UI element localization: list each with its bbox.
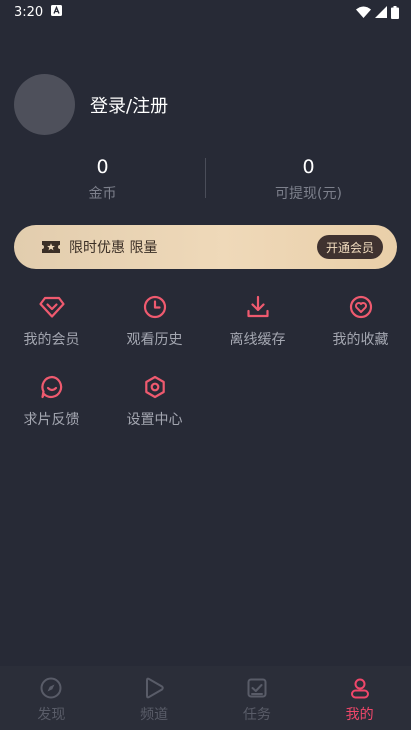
menu-item-settings[interactable]: 设置中心 <box>103 373 206 429</box>
heart-icon <box>347 293 375 321</box>
task-icon <box>245 676 269 700</box>
nav-label: 任务 <box>242 707 271 723</box>
avatar[interactable] <box>14 74 75 135</box>
menu-grid: 我的会员 观看历史 离线缓存 我的收藏 求片反馈 设置中心 <box>0 293 411 429</box>
menu-label: 离线缓存 <box>229 332 286 348</box>
vip-promo-banner[interactable]: 限时优惠 限量 开通会员 <box>14 225 397 269</box>
stats-row: 0 金币 0 可提现(元) <box>0 150 411 206</box>
nav-item-mine[interactable]: 我的 <box>308 676 411 724</box>
menu-item-watch-history[interactable]: 观看历史 <box>103 293 206 349</box>
status-right <box>356 5 399 19</box>
menu-label: 观看历史 <box>126 332 183 348</box>
profile-header[interactable]: 登录/注册 <box>14 74 168 135</box>
stat-coins-value: 0 <box>96 155 109 178</box>
status-bar: 3:20 <box>0 0 411 24</box>
menu-item-offline-cache[interactable]: 离线缓存 <box>206 293 309 349</box>
notification-a-icon <box>51 4 63 20</box>
compass-icon <box>39 676 63 700</box>
stat-coins[interactable]: 0 金币 <box>0 154 205 203</box>
diamond-icon <box>38 293 66 321</box>
stat-withdrawable-label: 可提现(元) <box>275 185 342 202</box>
cell-signal-icon <box>375 6 387 18</box>
wifi-icon <box>356 6 371 18</box>
menu-label: 设置中心 <box>126 412 183 428</box>
status-time: 3:20 <box>14 4 44 20</box>
stat-coins-label: 金币 <box>88 185 117 202</box>
stat-withdrawable-value: 0 <box>302 155 315 178</box>
nav-item-tasks[interactable]: 任务 <box>206 676 309 724</box>
nav-item-discover[interactable]: 发现 <box>0 676 103 724</box>
menu-label: 我的会员 <box>23 332 80 348</box>
user-icon <box>348 676 372 700</box>
menu-label: 求片反馈 <box>23 412 80 428</box>
menu-label: 我的收藏 <box>332 332 389 348</box>
battery-icon <box>391 5 399 19</box>
feedback-icon <box>38 373 66 401</box>
nav-label: 频道 <box>140 707 169 723</box>
login-register-link[interactable]: 登录/注册 <box>90 92 168 118</box>
open-vip-button[interactable]: 开通会员 <box>316 235 383 259</box>
play-icon <box>142 676 166 700</box>
clock-icon <box>141 293 169 321</box>
menu-item-request-feedback[interactable]: 求片反馈 <box>0 373 103 429</box>
ticket-star-icon <box>41 239 61 255</box>
nav-label: 我的 <box>345 707 374 723</box>
nav-label: 发现 <box>37 707 66 723</box>
status-left: 3:20 <box>14 4 63 20</box>
nav-item-channels[interactable]: 频道 <box>103 676 206 724</box>
menu-item-my-membership[interactable]: 我的会员 <box>0 293 103 349</box>
settings-icon <box>141 373 169 401</box>
download-icon <box>244 293 272 321</box>
vip-promo-text: 限时优惠 限量 <box>69 240 158 256</box>
menu-item-my-favorites[interactable]: 我的收藏 <box>309 293 411 349</box>
bottom-nav: 发现 频道 任务 我的 <box>0 666 411 730</box>
stat-withdrawable[interactable]: 0 可提现(元) <box>206 154 411 203</box>
